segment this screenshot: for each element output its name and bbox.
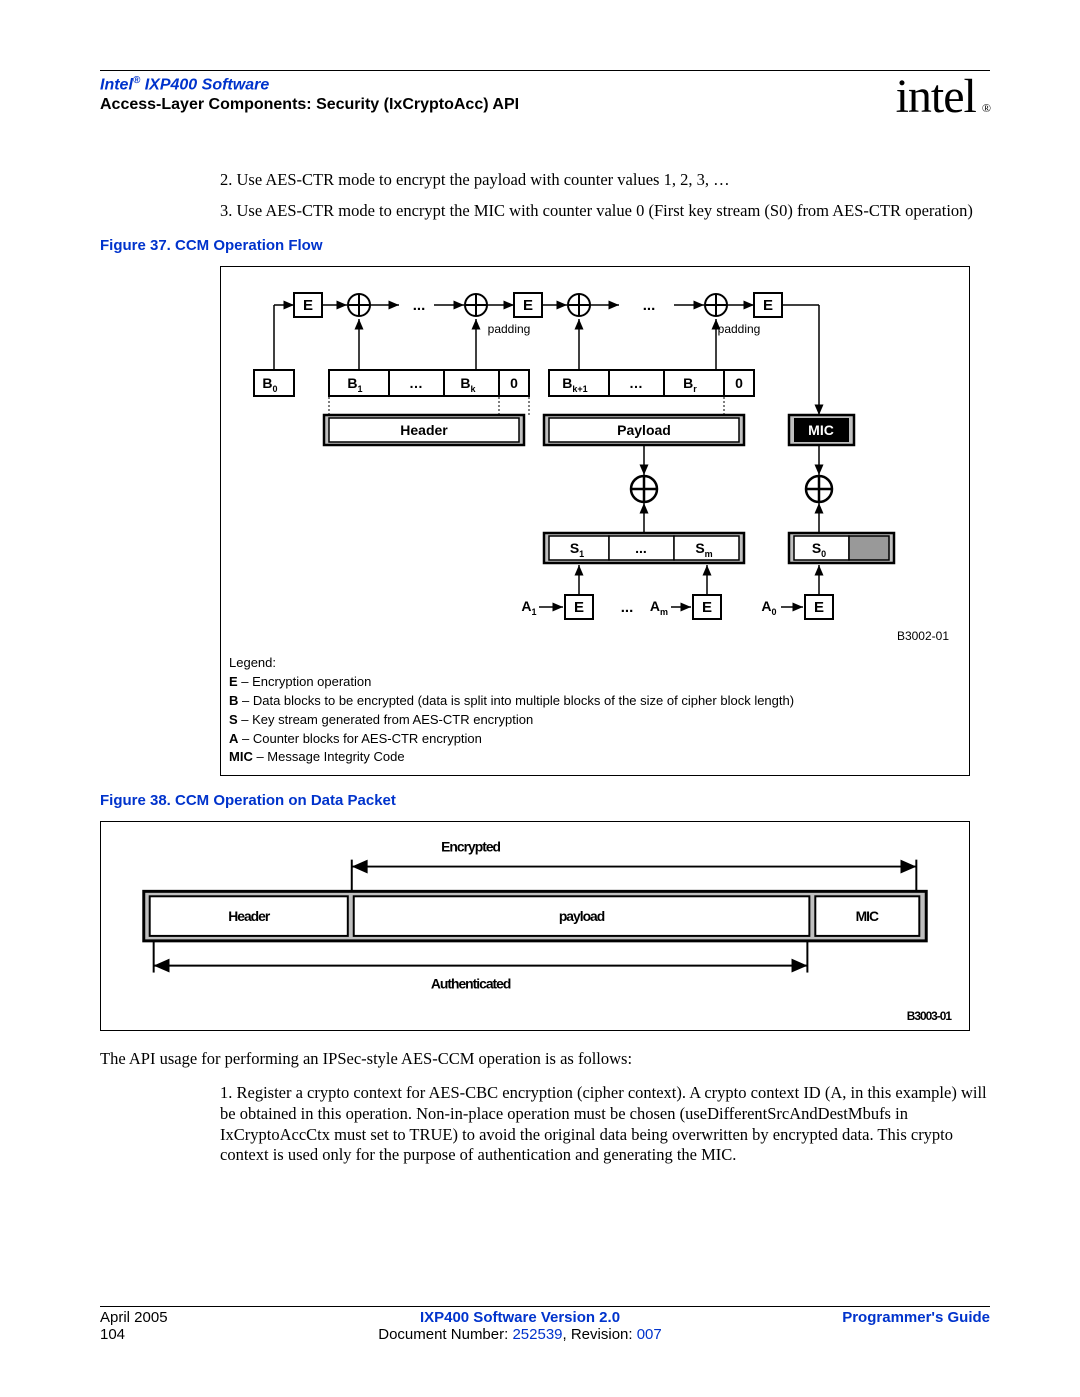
svg-text:…: … [629,375,643,391]
doc-title-line1: Intel® IXP400 Software [100,75,519,94]
footer-page-num: 104 [100,1326,250,1343]
svg-text:padding: padding [488,322,531,336]
para-api-usage: The API usage for performing an IPSec-st… [100,1049,990,1069]
svg-text:A0: A0 [761,598,776,617]
svg-text:B3003-01: B3003-01 [907,1009,953,1023]
svg-text:E: E [814,599,824,616]
svg-text:B3002-01: B3002-01 [897,629,949,643]
svg-text:E: E [523,297,533,314]
figure-38-caption: Figure 38. CCM Operation on Data Packet [100,792,990,809]
page-footer: April 2005 104 IXP400 Software Version 2… [100,1306,990,1343]
svg-text:0: 0 [510,375,518,391]
svg-text:A1: A1 [521,598,536,617]
step-3: 3. Use AES-CTR mode to encrypt the MIC w… [220,201,990,222]
figure-37-box: E ... E [220,266,970,776]
svg-text:...: ... [643,297,656,314]
svg-text:...: ... [621,599,634,616]
svg-text:MIC: MIC [808,422,834,438]
svg-text:E: E [702,599,712,616]
svg-text:Am: Am [650,598,668,617]
footer-guide: Programmer's Guide [790,1309,990,1326]
body-steps: 2. Use AES-CTR mode to encrypt the paylo… [220,170,990,221]
footer-version: IXP400 Software Version 2.0 [250,1309,790,1326]
b-row: B0 B1 … Bk 0 Bk+1 … Br 0 [254,370,754,396]
list-item-1: 1. Register a crypto context for AES-CBC… [220,1083,990,1166]
svg-text:padding: padding [718,322,761,336]
svg-text:MIC: MIC [856,908,879,924]
page-header: Intel® IXP400 Software Access-Layer Comp… [100,75,990,130]
svg-text:E: E [303,297,313,314]
svg-text:…: … [409,375,423,391]
svg-text:Payload: Payload [617,422,671,438]
svg-text:...: ... [635,540,647,556]
intel-logo: intel® [896,69,990,124]
svg-text:...: ... [413,297,426,314]
figure-38-diagram: Encrypted Header payload MIC Authenticat… [101,822,969,1030]
figure-38-box: Encrypted Header payload MIC Authenticat… [100,821,970,1031]
step-2: 2. Use AES-CTR mode to encrypt the paylo… [220,170,990,191]
svg-text:0: 0 [735,375,743,391]
svg-text:Header: Header [228,908,271,924]
svg-text:E: E [574,599,584,616]
doc-title-line2: Access-Layer Components: Security (IxCry… [100,96,519,114]
svg-text:Header: Header [400,422,448,438]
figure-37-diagram: E ... E [229,275,959,645]
footer-docnum: Document Number: 252539, Revision: 007 [250,1326,790,1343]
svg-text:Authenticated: Authenticated [431,976,511,992]
svg-text:payload: payload [559,908,605,924]
header-rule [100,70,990,71]
footer-date: April 2005 [100,1309,250,1326]
figure-37-legend: Legend: E – Encryption operation B – Dat… [229,654,961,767]
svg-text:E: E [763,297,773,314]
svg-text:Encrypted: Encrypted [441,839,500,855]
figure-37-caption: Figure 37. CCM Operation Flow [100,237,990,254]
